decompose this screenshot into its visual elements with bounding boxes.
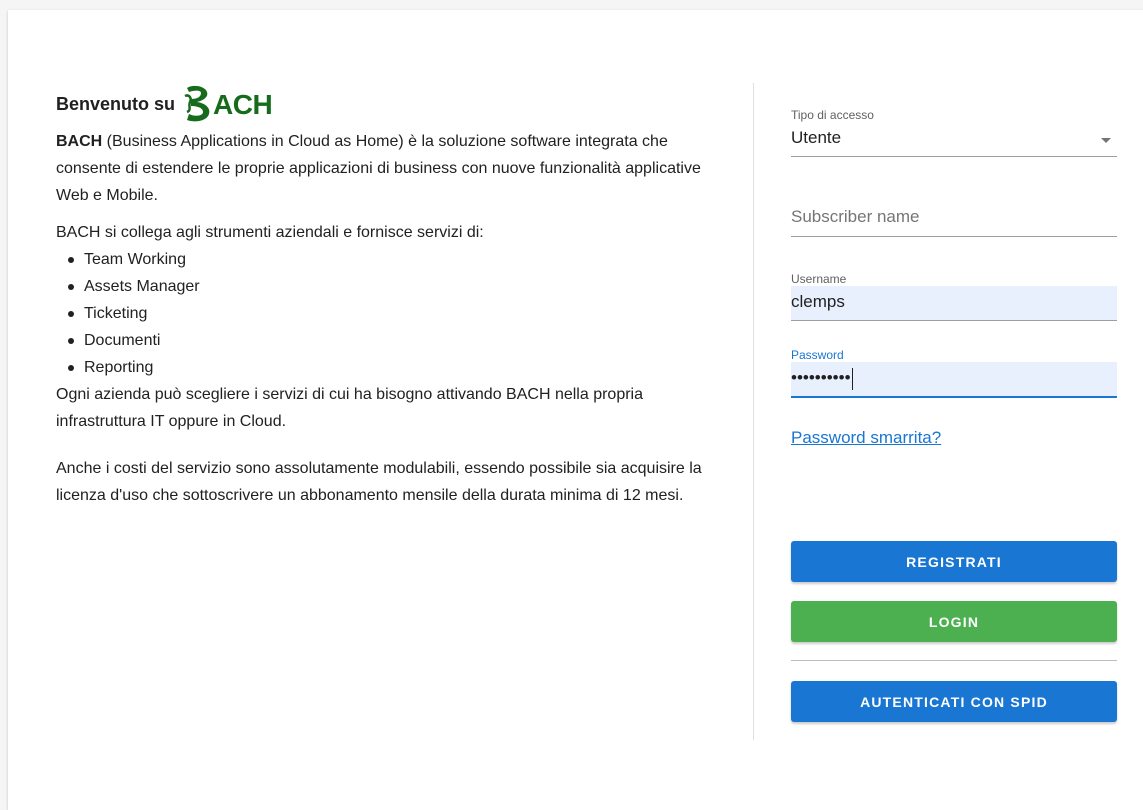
username-input[interactable]: clemps bbox=[791, 286, 1117, 320]
username-label: Username bbox=[791, 270, 1117, 286]
service-item-team-working: Team Working bbox=[68, 246, 736, 273]
intro-brand: BACH bbox=[56, 133, 103, 150]
login-card: Benvenuto su ACH BACH (Business Applicat… bbox=[8, 10, 1143, 810]
password-masked-value: •••••••••• bbox=[791, 368, 851, 387]
register-button[interactable]: REGISTRATI bbox=[791, 541, 1117, 582]
subscriber-input[interactable] bbox=[791, 202, 1117, 232]
subscriber-field[interactable] bbox=[791, 202, 1117, 237]
login-form: Tipo di accesso Utente Username clemps P… bbox=[791, 108, 1117, 448]
spid-login-button[interactable]: AUTENTICATI CON SPID bbox=[791, 681, 1117, 722]
welcome-heading: Benvenuto su ACH bbox=[56, 82, 736, 126]
services-list: Team Working Assets Manager Ticketing Do… bbox=[56, 246, 736, 381]
buttons-divider bbox=[791, 660, 1117, 661]
welcome-panel: Benvenuto su ACH BACH (Business Applicat… bbox=[56, 82, 736, 519]
costs-paragraph: Anche i costi del servizio sono assoluta… bbox=[56, 460, 702, 504]
password-input[interactable]: •••••••••• bbox=[791, 362, 1117, 396]
text-caret bbox=[851, 367, 853, 390]
access-type-label: Tipo di accesso bbox=[791, 108, 874, 122]
column-divider bbox=[753, 83, 754, 740]
welcome-text: Benvenuto su bbox=[56, 93, 176, 114]
password-label: Password bbox=[791, 346, 1117, 362]
chevron-down-icon[interactable] bbox=[1101, 138, 1111, 143]
service-item-documenti: Documenti bbox=[68, 327, 736, 354]
forgot-password-link[interactable]: Password smarrita? bbox=[791, 428, 941, 448]
username-field[interactable]: Username clemps bbox=[791, 270, 1117, 321]
intro-text: (Business Applications in Cloud as Home)… bbox=[56, 133, 701, 204]
service-item-reporting: Reporting bbox=[68, 354, 736, 381]
services-lead: BACH si collega agli strumenti aziendali… bbox=[56, 224, 484, 241]
access-type-value[interactable]: Utente bbox=[791, 122, 1117, 156]
bach-logo-mark-icon bbox=[184, 85, 210, 122]
choice-paragraph: Ogni azienda può scegliere i servizi di … bbox=[56, 386, 643, 430]
service-item-assets-manager: Assets Manager bbox=[68, 273, 736, 300]
access-type-select[interactable]: Tipo di accesso Utente bbox=[791, 108, 1117, 157]
login-button[interactable]: LOGIN bbox=[791, 601, 1117, 642]
bach-logo-text: ACH bbox=[213, 88, 273, 120]
service-item-ticketing: Ticketing bbox=[68, 300, 736, 327]
password-field[interactable]: Password •••••••••• bbox=[791, 346, 1117, 398]
bach-logo: ACH bbox=[183, 84, 273, 124]
intro-paragraph: BACH (Business Applications in Cloud as … bbox=[56, 128, 736, 209]
